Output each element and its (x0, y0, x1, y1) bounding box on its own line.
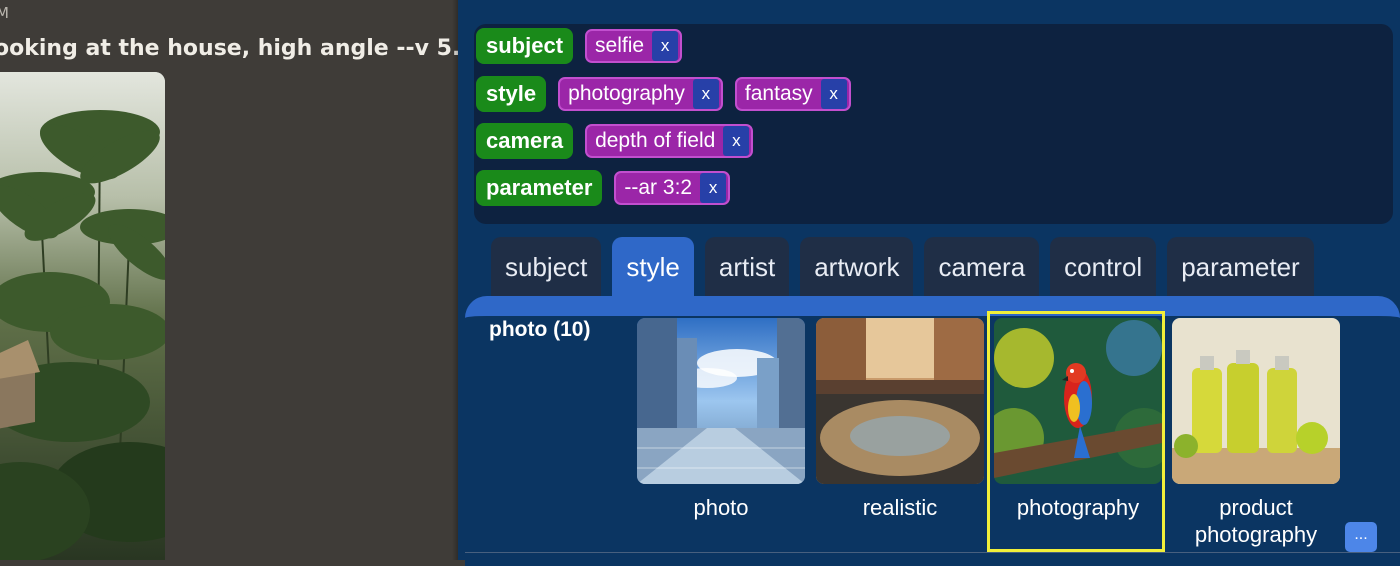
tab-parameter[interactable]: parameter (1167, 237, 1314, 297)
tab-style[interactable]: style (612, 237, 694, 297)
remove-tag-button[interactable]: x (652, 31, 679, 61)
option-thumbnail-photo (637, 318, 805, 484)
category-label-subject: subject (476, 28, 574, 64)
tab-subject[interactable]: subject (491, 237, 602, 297)
parrot-illustration (994, 318, 1162, 484)
option-label: photo (693, 495, 749, 520)
remove-tag-button[interactable]: x (723, 126, 750, 156)
option-thumbnail-realistic (816, 318, 984, 484)
category-label-parameter: parameter (476, 170, 603, 206)
selected-row-subject: subject selfie x (474, 28, 683, 64)
chat-pane: M ooking at the house, high angle --v 5.… (0, 0, 458, 560)
tab-control[interactable]: control (1050, 237, 1157, 297)
option-label: product photography (1194, 495, 1318, 547)
tag-chip-text: fantasy (744, 82, 813, 105)
option-card-photo[interactable]: photo (637, 318, 805, 521)
option-thumbnail-product-photography (1172, 318, 1340, 484)
palm-scene-illustration (0, 72, 165, 560)
remove-tag-button[interactable]: x (700, 173, 727, 203)
selected-row-parameter: parameter --ar 3:2 x (474, 170, 731, 206)
city-street-illustration (637, 318, 805, 484)
generated-image[interactable] (0, 72, 165, 560)
bottles-illustration (1172, 318, 1340, 484)
option-card-realistic[interactable]: realistic (816, 318, 984, 521)
option-thumbnail-photography (994, 318, 1162, 484)
option-label: realistic (862, 495, 938, 520)
message-prompt: ooking at the house, high angle --v 5.1 (0, 36, 458, 61)
prompt-builder-panel: subject selfie x style photography x fan… (458, 0, 1400, 566)
category-tabs: subject style artist artwork camera cont… (491, 237, 1325, 297)
tag-chip-text: selfie (595, 34, 645, 57)
tag-chip-aspect-ratio[interactable]: --ar 3:2 x (614, 171, 731, 205)
category-label-style: style (476, 76, 547, 112)
remove-tag-button[interactable]: x (820, 79, 847, 109)
content-bottom-divider (465, 552, 1400, 553)
tab-artist[interactable]: artist (704, 237, 790, 297)
tag-chip-fantasy[interactable]: fantasy x (734, 77, 851, 111)
selected-row-camera: camera depth of field x (474, 123, 754, 159)
selected-tags-box: subject selfie x style photography x fan… (474, 24, 1393, 224)
option-card-photography[interactable]: photography (994, 318, 1162, 521)
tag-chip-selfie[interactable]: selfie x (585, 29, 683, 63)
more-options-button[interactable]: ... (1345, 522, 1377, 552)
remove-tag-button[interactable]: x (692, 79, 719, 109)
tag-chip-depth-of-field[interactable]: depth of field x (585, 124, 754, 158)
option-group-label: photo (10) (489, 318, 591, 341)
tag-chip-text: depth of field (595, 129, 716, 152)
tag-chip-text: --ar 3:2 (624, 176, 693, 199)
tab-camera[interactable]: camera (924, 237, 1040, 297)
street-puddle-illustration (816, 318, 984, 484)
message-timestamp: M (0, 4, 9, 22)
tab-artwork[interactable]: artwork (800, 237, 914, 297)
option-label: photography (1016, 495, 1140, 520)
selected-row-style: style photography x fantasy x (474, 76, 851, 112)
category-label-camera: camera (476, 123, 574, 159)
option-card-product-photography[interactable]: product photography (1172, 318, 1340, 548)
tag-chip-photography[interactable]: photography x (558, 77, 723, 111)
tag-chip-text: photography (568, 82, 685, 105)
